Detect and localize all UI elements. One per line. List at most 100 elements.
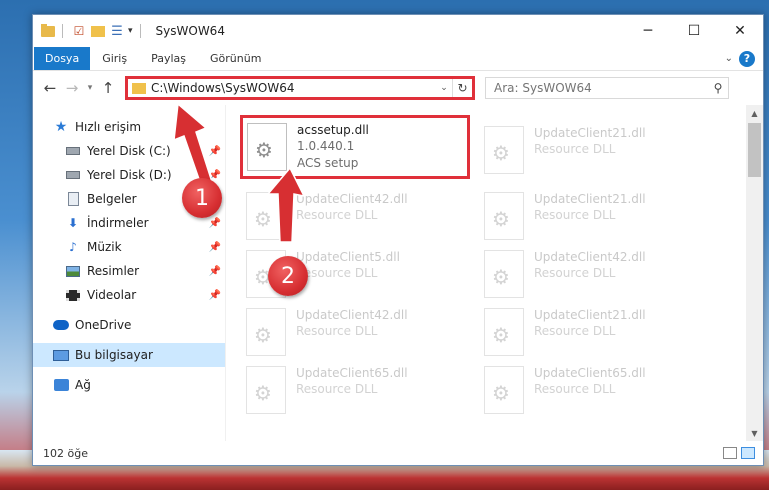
pin-icon[interactable]: 📌 [209,266,221,277]
nav-item-label: Bu bilgisayar [75,348,153,362]
folder-icon [41,23,55,37]
folder-icon [132,82,146,94]
back-button[interactable]: ← [39,77,61,99]
step-1-badge: 1 [182,178,222,218]
scrollbar-thumb[interactable] [748,123,761,177]
file-name: acssetup.dll [297,123,369,137]
close-button[interactable]: ✕ [717,15,763,47]
tab-home[interactable]: Giriş [90,47,139,70]
nav-item-label: Yerel Disk (C:) [87,144,171,158]
divider [62,24,63,38]
pin-icon[interactable]: 📌 [209,170,221,181]
file-description: Resource DLL [296,382,378,396]
file-item[interactable]: UpdateClient21.dll Resource DLL [484,305,708,361]
file-version: 1.0.440.1 [297,139,355,153]
file-name: UpdateClient65.dll [534,366,646,380]
nav-item-onedrive[interactable]: OneDrive [33,313,225,337]
file-name: UpdateClient21.dll [534,192,646,206]
scroll-up-icon[interactable]: ▲ [746,105,763,121]
file-item[interactable]: UpdateClient21.dll Resource DLL [484,189,708,245]
computer-icon [53,348,69,362]
file-item[interactable]: UpdateClient21.dll Resource DLL [484,123,708,179]
pin-icon[interactable]: 📌 [209,218,221,229]
file-description: Resource DLL [534,142,616,156]
onedrive-icon [53,318,69,332]
vertical-scrollbar[interactable]: ▲ ▼ [746,105,763,441]
file-description: Resource DLL [296,208,378,222]
dll-file-icon [246,192,286,240]
status-bar: 102 öğe [33,441,763,465]
refresh-button[interactable]: ↻ [452,79,472,97]
nav-item-label: Ağ [75,378,91,392]
pin-icon[interactable]: 📌 [209,242,221,253]
divider [139,24,141,38]
tiles-view-icon[interactable] [741,447,755,459]
dll-file-icon [247,123,287,171]
file-item[interactable]: UpdateClient65.dll Resource DLL [484,363,708,419]
file-name: UpdateClient5.dll [296,250,400,264]
details-view-icon[interactable] [723,447,737,459]
file-description: Resource DLL [534,266,616,280]
pin-icon[interactable]: 📌 [209,290,221,301]
minimize-button[interactable]: ─ [625,15,671,47]
pin-icon[interactable]: 📌 [209,146,221,157]
nav-item-label: Müzik [87,240,122,254]
help-icon[interactable]: ? [739,50,755,67]
scroll-down-icon[interactable]: ▼ [746,425,763,441]
file-description: Resource DLL [296,324,378,338]
file-item[interactable]: UpdateClient42.dll Resource DLL [484,247,708,303]
dll-file-icon [484,250,524,298]
nav-item-label: Yerel Disk (D:) [87,168,172,182]
file-item[interactable]: UpdateClient42.dll Resource DLL [246,305,470,361]
file-item[interactable]: UpdateClient42.dll Resource DLL [246,189,470,245]
network-icon [53,378,69,392]
file-name: UpdateClient65.dll [296,366,408,380]
item-count: 102 öğe [43,446,88,460]
search-input[interactable] [494,81,708,95]
properties-check-icon[interactable]: ☑ [70,22,88,40]
nav-item-this-pc[interactable]: Bu bilgisayar [33,343,225,367]
recent-locations-button[interactable]: ▾ [83,77,97,99]
download-icon: ⬇ [67,216,79,230]
new-folder-icon[interactable] [91,25,105,37]
file-description: ACS setup [297,156,359,170]
file-item[interactable]: UpdateClient65.dll Resource DLL [246,363,470,419]
window-title: SysWOW64 [155,24,225,38]
chevron-down-icon[interactable]: ▾ [128,26,133,36]
nav-item-label: OneDrive [75,318,132,332]
nav-item-local-disk-c[interactable]: Yerel Disk (C:) 📌 [33,139,225,163]
nav-item-label: Videolar [87,288,137,302]
search-icon[interactable]: ⚲ [708,81,728,95]
tab-file[interactable]: Dosya [34,47,91,70]
maximize-button[interactable]: ☐ [671,15,717,47]
up-button[interactable]: ↑ [97,77,119,99]
expand-ribbon-icon[interactable]: ⌄ [725,53,733,64]
file-description: Resource DLL [534,324,616,338]
window-controls: ─ ☐ ✕ [625,15,763,47]
videos-icon [65,288,81,302]
nav-item-videos[interactable]: Videolar 📌 [33,283,225,307]
nav-item-label: Belgeler [87,192,137,206]
navigation-bar: ← → ▾ ↑ C:\Windows\SysWOW64 ⌄ ↻ ⚲ [33,71,763,105]
address-path[interactable]: C:\Windows\SysWOW64 [151,81,436,95]
ribbon-tabs: Dosya Giriş Paylaş Görünüm ⌄ ? [33,47,763,71]
file-item-acssetup[interactable]: acssetup.dll 1.0.440.1 ACS setup [240,115,470,179]
nav-item-music[interactable]: ♪ Müzik 📌 [33,235,225,259]
pictures-icon [65,264,81,278]
file-name: UpdateClient21.dll [534,126,646,140]
tab-view[interactable]: Görünüm [198,47,273,70]
address-bar[interactable]: C:\Windows\SysWOW64 ⌄ ↻ [125,76,475,100]
navigation-pane: ★ Hızlı erişim Yerel Disk (C:) 📌 Yerel D… [33,105,225,441]
nav-item-network[interactable]: Ağ [33,373,225,397]
nav-item-quick-access[interactable]: ★ Hızlı erişim [33,115,225,139]
file-description: Resource DLL [534,208,616,222]
nav-item-pictures[interactable]: Resimler 📌 [33,259,225,283]
tab-share[interactable]: Paylaş [139,47,198,70]
forward-button[interactable]: → [61,77,83,99]
chevron-down-icon[interactable]: ⌄ [436,83,452,93]
search-box[interactable]: ⚲ [485,77,729,99]
explorer-window: ☑ ☰ ▾ SysWOW64 ─ ☐ ✕ Dosya Giriş Paylaş … [32,14,764,466]
properties-icon[interactable]: ☰ [108,22,126,40]
file-name: UpdateClient21.dll [534,308,646,322]
dll-file-icon [484,126,524,174]
